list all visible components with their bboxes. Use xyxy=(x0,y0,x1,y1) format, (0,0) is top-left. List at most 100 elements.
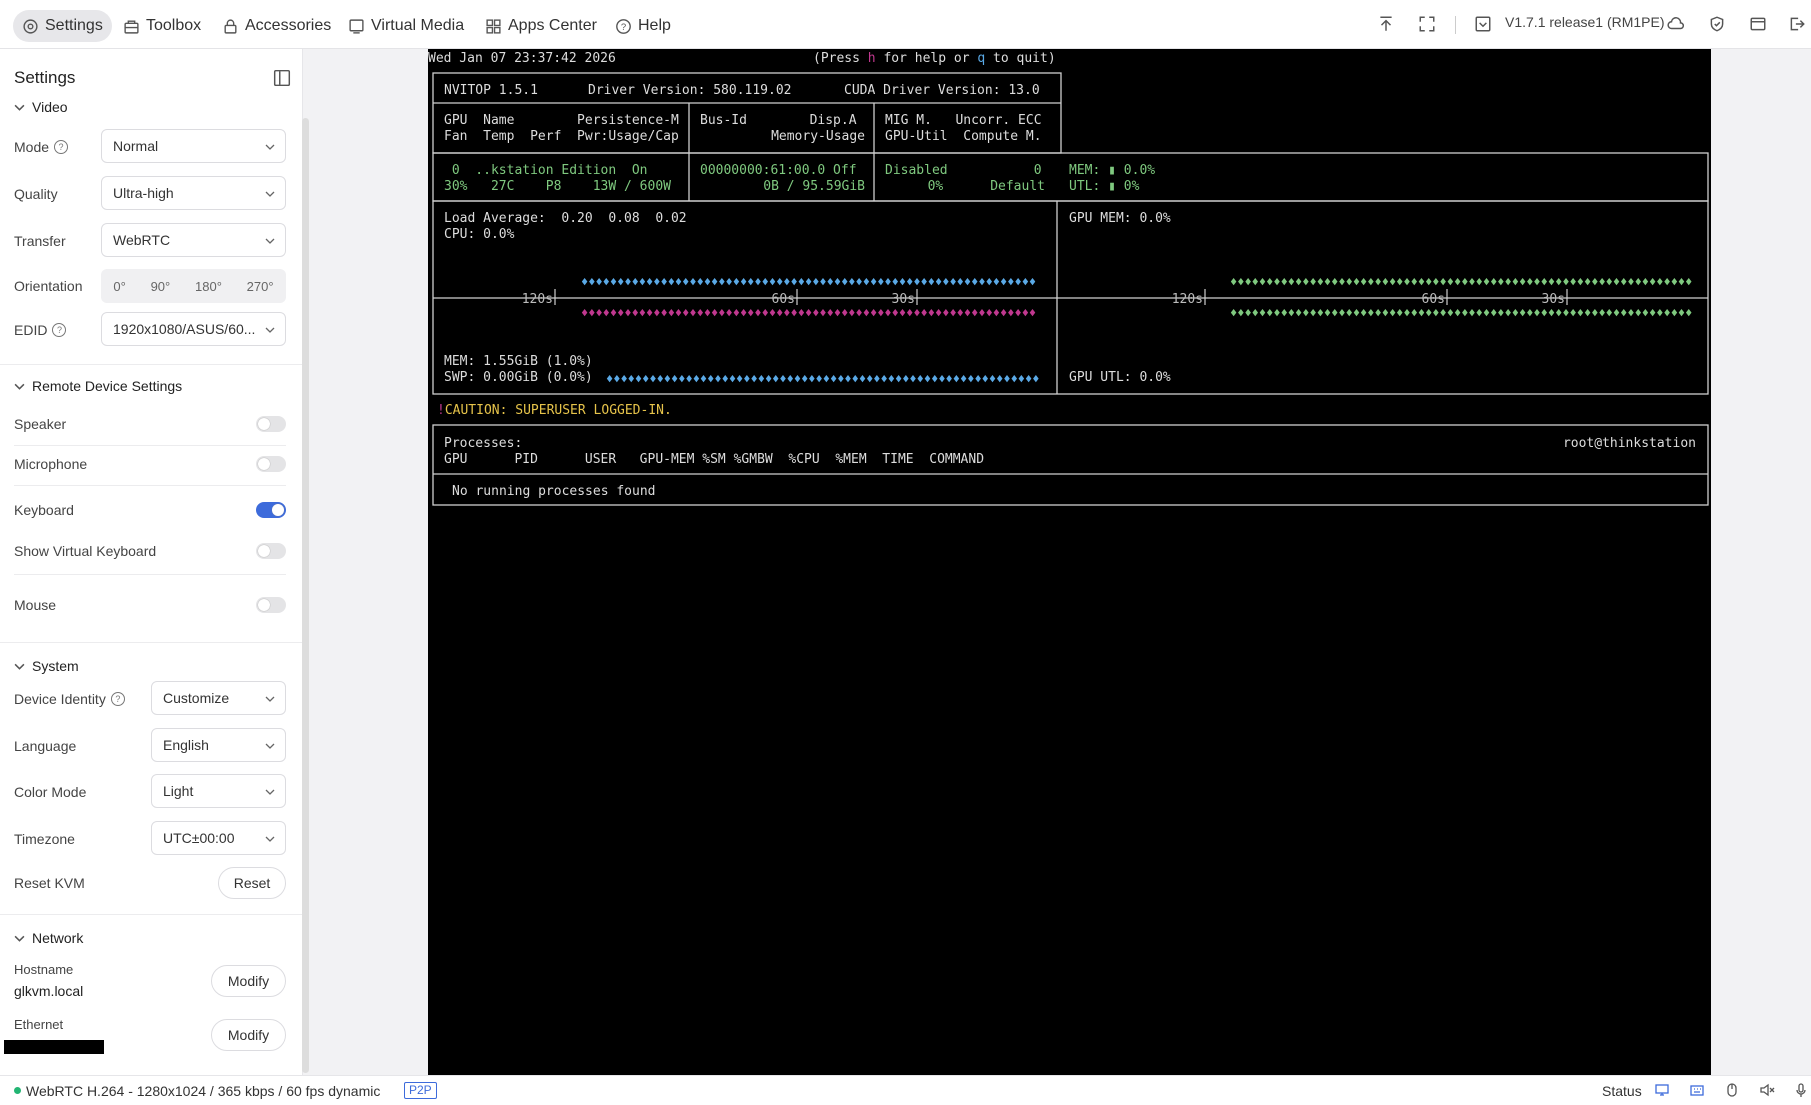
redacted-value xyxy=(4,1040,104,1054)
reset-button[interactable]: Reset xyxy=(218,867,286,899)
term-col-a1: GPU Name Persistence-M xyxy=(444,113,679,128)
orientation-label: Orientation xyxy=(14,278,83,294)
edid-label: EDID? xyxy=(14,322,67,338)
speaker-muted-icon[interactable] xyxy=(1759,1082,1775,1098)
help-icon[interactable]: ? xyxy=(52,323,67,337)
modify-ethernet-button[interactable]: Modify xyxy=(211,1019,286,1051)
logout-icon[interactable] xyxy=(1786,13,1808,35)
term-gpu-c1: Disabled 0 xyxy=(885,163,1042,178)
term-gpu-mem-pct: MEM: ▮ 0.0% xyxy=(1069,163,1155,178)
divider xyxy=(14,445,286,446)
mode-label: Mode? xyxy=(14,139,69,155)
term-caution: !CAUTION: SUPERUSER LOGGED-IN. xyxy=(437,403,672,418)
divider xyxy=(0,914,302,915)
help-icon[interactable]: ? xyxy=(110,692,125,706)
ethernet-label: Ethernet xyxy=(14,1017,64,1032)
remote-screen[interactable]: 120s 60s 30s ♦♦♦♦♦♦♦♦♦♦♦♦♦♦♦♦♦♦♦♦♦♦♦♦♦♦♦♦♦♦… xyxy=(428,49,1711,1075)
language-select[interactable]: English xyxy=(151,728,286,762)
color-mode-select[interactable]: Light xyxy=(151,774,286,808)
mouse-toggle[interactable] xyxy=(256,597,286,613)
connection-status-dot xyxy=(14,1087,21,1094)
stream-info: WebRTC H.264 - 1280x1024 / 365 kbps / 60… xyxy=(26,1083,381,1099)
hostname-value: glkvm.local xyxy=(14,983,84,999)
display-icon[interactable] xyxy=(1654,1082,1670,1098)
timezone-select[interactable]: UTC±00:00 xyxy=(151,821,286,855)
microphone-icon[interactable] xyxy=(1793,1082,1809,1098)
tab-virtual-media[interactable]: Virtual Media xyxy=(348,10,464,42)
shield-icon[interactable] xyxy=(1706,13,1728,35)
term-user-host: root@thinkstation xyxy=(1563,436,1696,451)
speaker-label: Speaker xyxy=(14,416,67,432)
term-driver: Driver Version: 580.119.02 xyxy=(588,83,792,98)
tab-help[interactable]: ? Help xyxy=(615,10,671,42)
term-col-b2: Memory-Usage xyxy=(771,129,865,144)
term-gpu-mem: GPU MEM: 0.0% xyxy=(1069,211,1171,226)
section-video-heading: Video xyxy=(32,99,68,115)
lock-icon xyxy=(224,19,237,34)
timezone-label: Timezone xyxy=(14,831,75,847)
tick-60s: 60s xyxy=(1422,292,1445,307)
chevron-down-icon xyxy=(14,935,25,942)
section-network-heading: Network xyxy=(32,930,84,946)
modify-hostname-button[interactable]: Modify xyxy=(211,965,286,997)
chevron-down-icon xyxy=(14,104,25,111)
quality-select[interactable]: Ultra-high xyxy=(101,176,286,210)
sidebar-scrollbar[interactable] xyxy=(302,118,309,1073)
swp-history-strip: ♦♦♦♦♦♦♦♦♦♦♦♦♦♦♦♦♦♦♦♦♦♦♦♦♦♦♦♦♦♦♦♦♦♦♦♦♦♦♦♦… xyxy=(606,372,1039,386)
device-identity-label: Device Identity? xyxy=(14,691,125,707)
term-gpu-b2: 0B / 95.59GiB xyxy=(763,179,865,194)
device-identity-select[interactable]: Customize xyxy=(151,681,286,715)
mouse-icon[interactable] xyxy=(1724,1082,1740,1098)
term-time: Wed Jan 07 23:37:42 2026 xyxy=(428,51,616,66)
keyboard-toggle[interactable] xyxy=(256,502,286,518)
microphone-toggle[interactable] xyxy=(256,456,286,472)
upload-icon[interactable] xyxy=(1375,13,1397,35)
orientation-0[interactable]: 0° xyxy=(113,279,125,294)
tab-accessories-label: Accessories xyxy=(245,17,332,34)
virtual-keyboard-toggle[interactable] xyxy=(256,543,286,559)
window-icon[interactable] xyxy=(1747,13,1769,35)
section-remote-heading: Remote Device Settings xyxy=(32,378,183,394)
term-gpu-a2: 30% 27C P8 13W / 600W xyxy=(444,179,671,194)
orientation-90[interactable]: 90° xyxy=(151,279,171,294)
speaker-toggle[interactable] xyxy=(256,416,286,432)
term-help-hint: (Press h for help or q to quit) xyxy=(813,51,1056,66)
chevron-down-icon xyxy=(265,696,275,702)
mode-select[interactable]: Normal xyxy=(101,129,286,163)
download-icon[interactable] xyxy=(1472,13,1494,35)
section-remote-device[interactable]: Remote Device Settings xyxy=(14,378,182,394)
term-processes: Processes: xyxy=(444,436,522,451)
tab-accessories[interactable]: Accessories xyxy=(222,10,331,42)
chevron-down-icon xyxy=(265,789,275,795)
tick-120s: 120s xyxy=(1172,292,1203,307)
transfer-select[interactable]: WebRTC xyxy=(101,223,286,257)
term-proc-headers: GPU PID USER GPU-MEM %SM %GMBW %CPU %MEM… xyxy=(444,452,984,467)
fullscreen-icon[interactable] xyxy=(1416,13,1438,35)
cloud-icon[interactable] xyxy=(1665,13,1687,35)
orientation-180[interactable]: 180° xyxy=(195,279,222,294)
edid-select[interactable]: 1920x1080/ASUS/60... xyxy=(101,312,286,346)
sidebar-collapse-icon[interactable] xyxy=(273,69,291,87)
section-system[interactable]: System xyxy=(14,658,79,674)
divider xyxy=(14,485,286,486)
term-gpu-b1: 00000000:61:00.0 Off xyxy=(700,163,857,178)
tab-apps-center[interactable]: Apps Center xyxy=(485,10,597,42)
orientation-270[interactable]: 270° xyxy=(247,279,274,294)
gpu-mem-history-strip: ♦♦♦♦♦♦♦♦♦♦♦♦♦♦♦♦♦♦♦♦♦♦♦♦♦♦♦♦♦♦♦♦♦♦♦♦♦♦♦♦… xyxy=(1230,275,1692,289)
keyboard-icon[interactable] xyxy=(1689,1082,1705,1098)
term-no-processes: No running processes found xyxy=(452,484,656,499)
svg-text:?: ? xyxy=(621,22,626,33)
divider xyxy=(0,364,302,365)
term-gpu-utl-pct: UTL: ▮ 0% xyxy=(1069,179,1140,194)
tab-toolbox[interactable]: Toolbox xyxy=(123,10,201,42)
section-network[interactable]: Network xyxy=(14,930,83,946)
term-col-c2: GPU-Util Compute M. xyxy=(885,129,1042,144)
transfer-label: Transfer xyxy=(14,233,66,249)
language-label: Language xyxy=(14,738,77,754)
chevron-down-icon xyxy=(14,663,25,670)
help-icon[interactable]: ? xyxy=(54,140,69,154)
divider xyxy=(0,642,302,643)
tab-settings[interactable]: Settings xyxy=(13,10,112,42)
term-cuda: CUDA Driver Version: 13.0 xyxy=(844,83,1040,98)
section-video[interactable]: Video xyxy=(14,99,68,115)
